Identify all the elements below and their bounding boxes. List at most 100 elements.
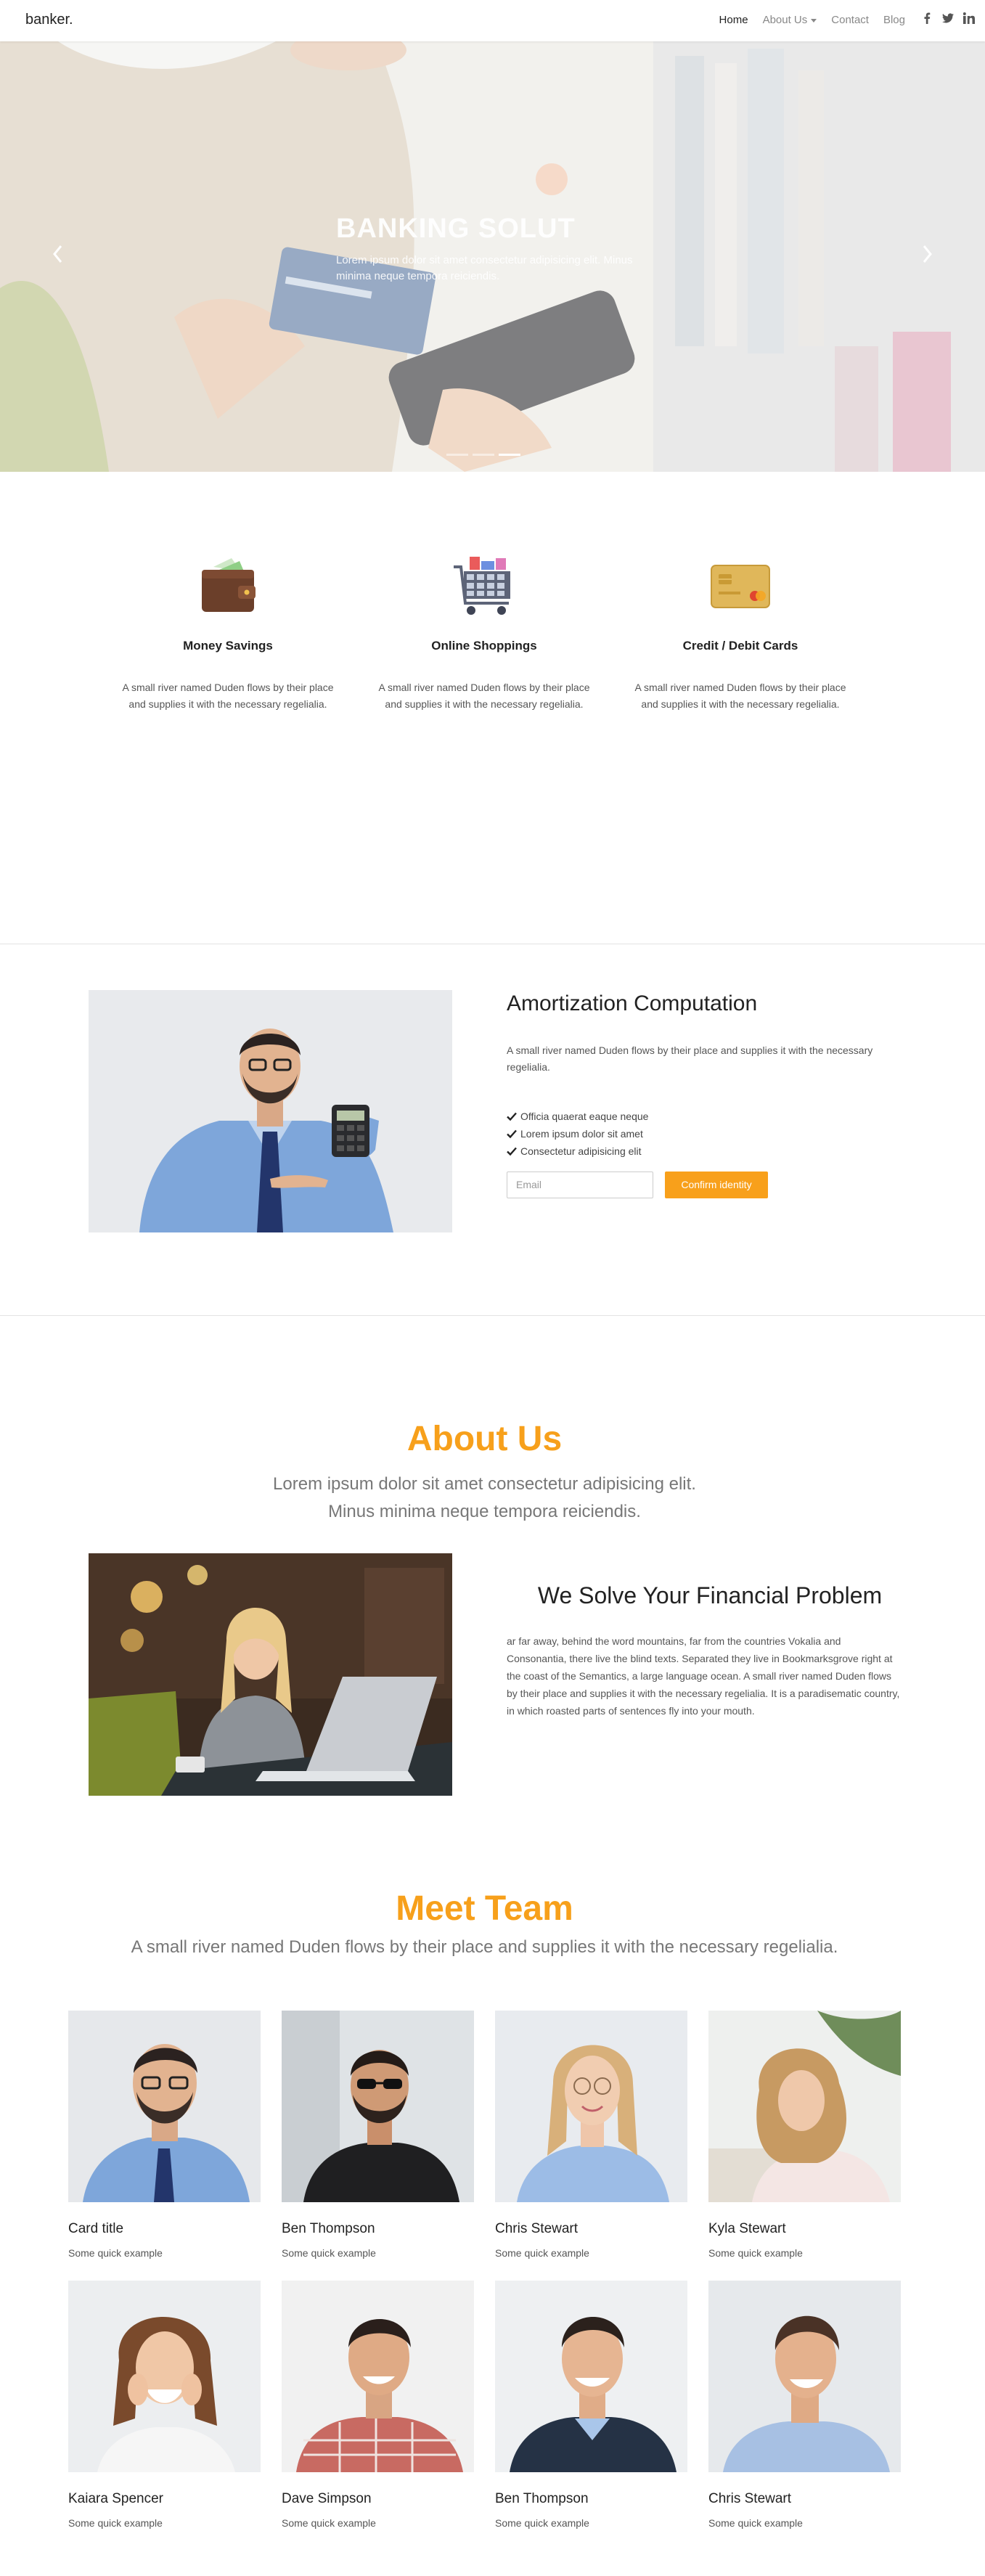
confirm-identity-button[interactable]: Confirm identity — [665, 1172, 768, 1198]
wallet-icon — [202, 558, 256, 612]
carousel-prev-button[interactable] — [51, 243, 65, 265]
checklist-item-label: Lorem ipsum dolor sit amet — [520, 1128, 643, 1140]
chevron-right-icon — [923, 245, 932, 263]
woman-with-laptop-photo — [89, 1553, 452, 1796]
member-desc: Some quick example — [68, 2247, 163, 2259]
carousel-indicator-active[interactable] — [499, 454, 520, 456]
check-icon — [507, 1147, 517, 1156]
member-name: Card title — [68, 2221, 124, 2236]
check-icon — [507, 1112, 517, 1121]
team-photo — [495, 2281, 687, 2472]
member-desc: Some quick example — [708, 2517, 803, 2529]
linkedin-icon[interactable] — [963, 12, 975, 24]
hero-carousel: BANKING SOLUT Lorem ipsum dolor sit amet… — [0, 41, 985, 472]
about-subtitle: Lorem ipsum dolor sit amet consectetur a… — [0, 1471, 969, 1526]
member-photo — [708, 2281, 901, 2472]
member-photo — [708, 2011, 901, 2202]
about-subtitle-line: Minus minima neque tempora reiciendis. — [328, 1502, 641, 1521]
service-text: A small river named Duden flows by their… — [634, 682, 846, 710]
member-name: Ben Thompson — [282, 2221, 375, 2236]
navbar: banker. Home About Us Contact Blog — [0, 0, 985, 41]
credit-card-icon — [711, 565, 770, 608]
twitter-icon[interactable] — [942, 12, 954, 24]
member-name: Kaiara Spencer — [68, 2491, 163, 2506]
services-section: Money Savings A small river named Duden … — [0, 472, 985, 944]
man-with-calculator-photo — [89, 990, 452, 1232]
team-card[interactable]: Ben Thompson Some quick example — [282, 2011, 474, 2259]
chevron-down-icon — [811, 18, 817, 23]
team-photo — [708, 2281, 901, 2472]
checklist: Officia quaerat eaque neque Lorem ipsum … — [507, 1108, 648, 1160]
checklist-item: Lorem ipsum dolor sit amet — [507, 1125, 648, 1142]
carousel-indicator[interactable] — [473, 454, 494, 456]
nav-link-blog[interactable]: Blog — [883, 14, 905, 26]
nav-link-home[interactable]: Home — [719, 14, 748, 26]
service-title: Online Shoppings — [431, 639, 537, 653]
nav-link-contact[interactable]: Contact — [831, 14, 869, 26]
service-text: A small river named Duden flows by their… — [122, 682, 334, 710]
shopping-cart-icon — [454, 557, 510, 615]
about-title: About Us — [406, 1420, 563, 1458]
service-text: A small river named Duden flows by their… — [378, 682, 590, 710]
member-photo — [495, 2011, 687, 2202]
about-subtitle-line: Lorem ipsum dolor sit amet consectetur a… — [273, 1474, 696, 1494]
team-subtitle: A small river named Duden flows by their… — [131, 1937, 838, 1957]
check-icon — [507, 1129, 517, 1139]
member-desc: Some quick example — [282, 2247, 376, 2259]
about-image — [89, 1553, 452, 1796]
team-photo — [495, 2011, 687, 2202]
member-name: Dave Simpson — [282, 2491, 372, 2506]
brand-logo[interactable]: banker. — [25, 12, 73, 28]
nav-link-about-us-label: About Us — [762, 14, 808, 26]
team-card[interactable]: Card title Some quick example — [68, 2011, 261, 2259]
member-photo — [68, 2281, 261, 2472]
checklist-item: Officia quaerat eaque neque — [507, 1108, 648, 1125]
amortization-image — [89, 990, 452, 1232]
service-credit-debit-cards: Credit / Debit Cards A small river named… — [624, 549, 857, 713]
facebook-icon[interactable] — [921, 12, 933, 24]
checklist-item: Consectetur adipisicing elit — [507, 1142, 648, 1160]
team-photo — [68, 2281, 261, 2472]
team-card[interactable]: Kyla Stewart Some quick example — [708, 2011, 901, 2259]
hero-title: BANKING SOLUT — [336, 213, 576, 244]
section-divider — [0, 1315, 985, 1316]
member-desc: Some quick example — [495, 2247, 589, 2259]
carousel-next-button[interactable] — [920, 243, 934, 265]
team-card[interactable]: Chris Stewart Some quick example — [495, 2011, 687, 2259]
carousel-indicators — [446, 454, 520, 456]
member-desc: Some quick example — [708, 2247, 803, 2259]
service-title: Money Savings — [183, 639, 273, 653]
social-links — [921, 12, 975, 24]
member-photo — [282, 2011, 474, 2202]
team-card[interactable]: Dave Simpson Some quick example — [282, 2281, 474, 2529]
member-photo — [68, 2011, 261, 2202]
email-input[interactable]: Email — [507, 1172, 653, 1198]
checklist-item-label: Officia quaerat eaque neque — [520, 1111, 649, 1122]
amortization-title: Amortization Computation — [507, 991, 758, 1015]
amortization-text: A small river named Duden flows by their… — [507, 1044, 873, 1073]
team-card[interactable]: Kaiara Spencer Some quick example — [68, 2281, 261, 2529]
team-photo — [708, 2011, 901, 2202]
member-photo — [495, 2281, 687, 2472]
member-name: Chris Stewart — [495, 2221, 579, 2236]
hero-subtitle: Lorem ipsum dolor sit amet consectetur a… — [336, 254, 633, 282]
about-heading: We Solve Your Financial Problem — [537, 1582, 883, 1608]
service-online-shoppings: Online Shoppings A small river named Dud… — [368, 549, 600, 713]
team-photo — [68, 2011, 261, 2202]
service-title: Credit / Debit Cards — [682, 639, 798, 653]
team-photo — [282, 2011, 474, 2202]
nav-link-about-us[interactable]: About Us — [763, 14, 817, 26]
team-card[interactable]: Ben Thompson Some quick example — [495, 2281, 687, 2529]
carousel-indicator[interactable] — [446, 454, 468, 456]
team-card[interactable]: Chris Stewart Some quick example — [708, 2281, 901, 2529]
chevron-left-icon — [53, 245, 62, 263]
member-name: Kyla Stewart — [708, 2221, 786, 2236]
member-name: Ben Thompson — [495, 2491, 589, 2506]
member-desc: Some quick example — [495, 2517, 589, 2529]
team-photo — [282, 2281, 474, 2472]
about-text: ar far away, behind the word mountains, … — [507, 1635, 900, 1717]
checklist-item-label: Consectetur adipisicing elit — [520, 1145, 642, 1157]
member-desc: Some quick example — [282, 2517, 376, 2529]
team-title: Meet Team — [396, 1889, 573, 1928]
member-desc: Some quick example — [68, 2517, 163, 2529]
